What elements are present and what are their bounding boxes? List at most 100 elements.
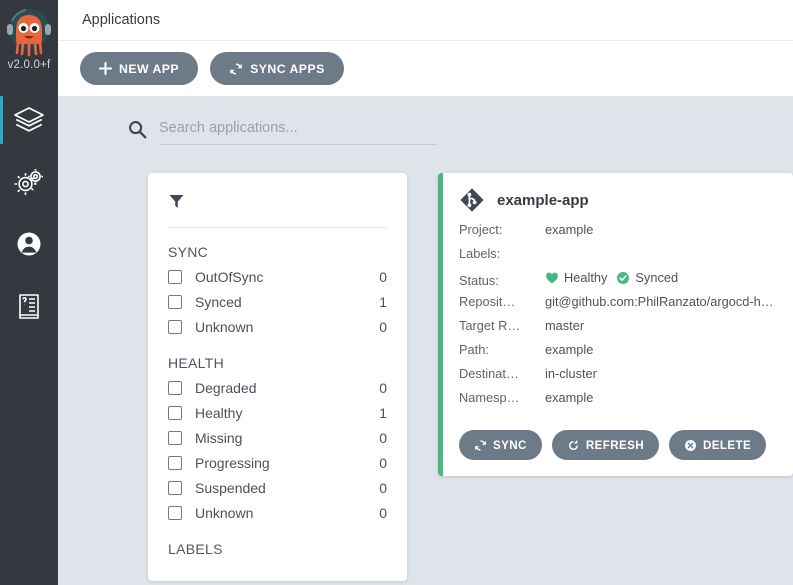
filter-option-row[interactable]: Unknown 0 <box>168 314 387 339</box>
filter-checkbox[interactable] <box>168 480 182 495</box>
version-label: v2.0.0+f <box>7 59 51 71</box>
heart-icon <box>546 272 558 283</box>
sidebar-nav <box>0 89 58 337</box>
health-status-label: Healthy <box>564 270 608 285</box>
application-field-value: in-cluster <box>545 366 597 381</box>
filter-section-title: HEALTH <box>168 355 224 371</box>
filter-section-title: LABELS <box>168 541 223 557</box>
git-diamond-icon <box>460 188 484 212</box>
top-bar: Applications <box>58 0 793 41</box>
sync-apps-button-label: SYNC APPS <box>250 61 325 76</box>
sync-icon <box>475 439 486 451</box>
refresh-icon <box>568 439 578 450</box>
sidebar: v2.0.0+f <box>0 0 58 585</box>
argocd-application-list-page: v2.0.0+f Applications NEW APP SYNC APPS … <box>0 0 793 585</box>
argo-octopus-logo-icon <box>7 9 51 57</box>
application-field-row: Status: Healthy Synced <box>459 270 777 294</box>
filter-option-label: Synced <box>195 293 242 310</box>
filter-option-label: OutOfSync <box>195 268 264 285</box>
gears-icon <box>14 169 43 195</box>
sidebar-item-settings[interactable] <box>0 151 58 213</box>
application-field-key: Status: <box>459 272 499 288</box>
book-question-icon <box>19 294 39 319</box>
application-field-key: Target R… <box>459 318 521 333</box>
application-status: Healthy Synced <box>545 270 678 285</box>
application-field-key: Path: <box>459 342 489 357</box>
sync-button-label: SYNC <box>493 438 527 452</box>
filter-option-label: Unknown <box>195 504 254 521</box>
application-name: example-app <box>497 191 589 209</box>
filter-option-count: 0 <box>379 318 387 335</box>
filter-checkbox[interactable] <box>168 269 182 284</box>
new-app-button[interactable]: NEW APP <box>80 52 199 85</box>
filter-option-label: Suspended <box>195 479 266 496</box>
new-app-button-label: NEW APP <box>119 61 180 76</box>
plus-icon <box>99 62 112 75</box>
filter-option-label: Unknown <box>195 318 254 335</box>
application-field-row: Namesp… example <box>459 390 777 414</box>
filter-option-row[interactable]: Synced 1 <box>168 289 387 314</box>
search-icon <box>128 120 147 144</box>
delete-button-label: DELETE <box>703 438 752 452</box>
application-field-value: git@github.com:PhilRanzato/argocd-he… <box>545 294 777 309</box>
page-title: Applications <box>82 12 161 28</box>
application-field-key: Project: <box>459 222 503 237</box>
sync-status-label: Synced <box>635 270 679 285</box>
application-card[interactable]: example-app Project: example Labels: Status:… <box>438 173 793 476</box>
filter-checkbox[interactable] <box>168 405 182 420</box>
application-cards: example-app Project: example Labels: Status:… <box>438 173 793 476</box>
filter-checkbox[interactable] <box>168 380 182 395</box>
filter-checkbox[interactable] <box>168 294 182 309</box>
delete-button[interactable]: DELETE <box>669 430 767 460</box>
application-card-header: example-app <box>459 187 777 213</box>
application-field-key: Labels: <box>459 246 501 261</box>
check-circle-icon <box>617 271 630 284</box>
filter-option-count: 0 <box>379 268 387 285</box>
sidebar-item-applications[interactable] <box>0 89 58 151</box>
filter-section-title: SYNC <box>168 244 209 260</box>
application-field-value: example <box>545 390 594 405</box>
filter-option-count: 0 <box>379 454 387 471</box>
filters-panel: SYNC OutOfSync 0 Synced 1 Unknown 0 HEALTH Degra… <box>148 173 407 581</box>
content-columns: SYNC OutOfSync 0 Synced 1 Unknown 0 HEALTH Degra… <box>58 145 793 581</box>
application-field-key: Reposit… <box>459 294 516 309</box>
application-field-key: Destinat… <box>459 366 519 381</box>
toolbar: NEW APP SYNC APPS <box>58 41 793 97</box>
funnel-icon <box>169 195 184 208</box>
user-circle-icon <box>17 232 41 256</box>
application-field-value: example <box>545 222 594 237</box>
filter-option-count: 1 <box>379 293 387 310</box>
argo-logo[interactable] <box>0 0 58 62</box>
sidebar-item-user-info[interactable] <box>0 213 58 275</box>
filter-option-row[interactable]: Healthy 1 <box>168 400 387 425</box>
filter-option-row[interactable]: Suspended 0 <box>168 475 387 500</box>
active-indicator <box>0 96 3 144</box>
application-field-value: example <box>545 342 594 357</box>
filter-option-count: 1 <box>379 404 387 421</box>
search-bar <box>58 97 793 145</box>
filter-checkbox[interactable] <box>168 505 182 520</box>
refresh-button[interactable]: REFRESH <box>551 430 660 460</box>
filter-option-row[interactable]: Progressing 0 <box>168 450 387 475</box>
filter-checkbox[interactable] <box>168 430 182 445</box>
sync-icon <box>230 62 242 75</box>
filter-option-label: Degraded <box>195 379 257 396</box>
layers-icon <box>14 107 44 132</box>
filter-checkbox[interactable] <box>168 455 182 470</box>
search-input[interactable] <box>159 120 437 145</box>
filter-option-count: 0 <box>379 504 387 521</box>
filter-option-row[interactable]: Degraded 0 <box>168 375 387 400</box>
application-field-row: Destinat… in-cluster <box>459 366 777 390</box>
application-field-row: Reposit… git@github.com:PhilRanzato/argoc… <box>459 294 777 318</box>
filter-option-count: 0 <box>379 429 387 446</box>
filter-checkbox[interactable] <box>168 319 182 334</box>
filter-option-count: 0 <box>379 379 387 396</box>
sync-apps-button[interactable]: SYNC APPS <box>210 52 344 85</box>
filter-option-row[interactable]: OutOfSync 0 <box>168 264 387 289</box>
sidebar-item-documentation[interactable] <box>0 275 58 337</box>
filter-option-row[interactable]: Unknown 0 <box>168 500 387 525</box>
filter-option-row[interactable]: Missing 0 <box>168 425 387 450</box>
filter-sections: SYNC OutOfSync 0 Synced 1 Unknown 0 HEALTH Degra… <box>168 244 387 557</box>
sync-button[interactable]: SYNC <box>459 430 542 460</box>
content-area: SYNC OutOfSync 0 Synced 1 Unknown 0 HEALTH Degra… <box>58 97 793 585</box>
